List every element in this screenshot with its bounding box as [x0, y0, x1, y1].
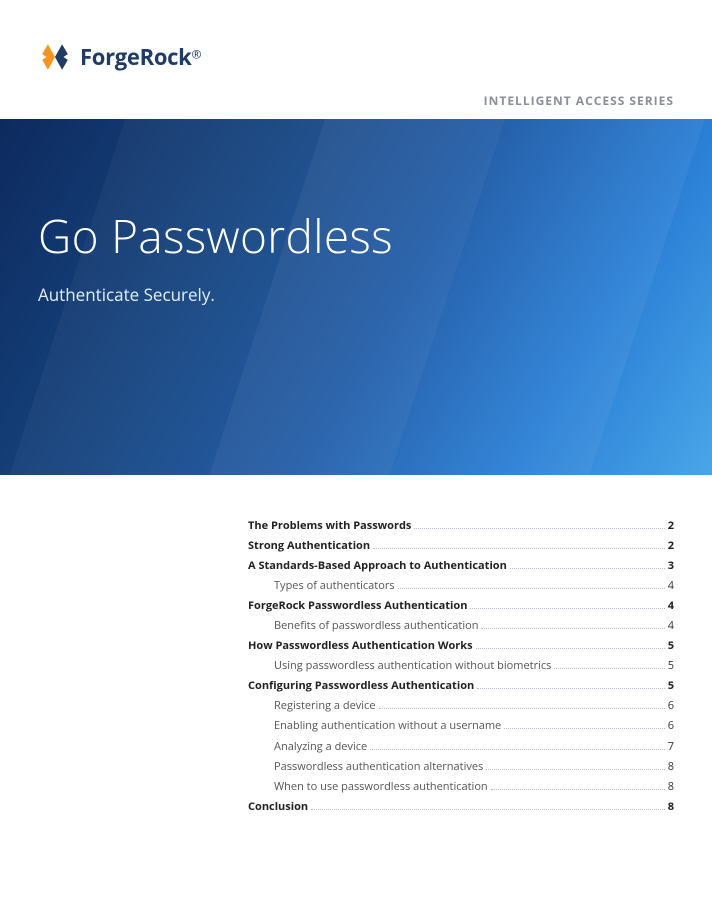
toc-entry-label: Passwordless authentication alternatives	[248, 758, 483, 775]
toc-entry-label: Analyzing a device	[248, 738, 367, 755]
toc-entry-page: 3	[668, 557, 674, 574]
table-of-contents: The Problems with Passwords2Strong Authe…	[0, 517, 674, 815]
toc-entry[interactable]: Enabling authentication without a userna…	[248, 717, 674, 734]
toc-entry-page: 4	[668, 597, 674, 614]
toc-leader-dots	[370, 749, 664, 750]
toc-entry-label: Registering a device	[248, 697, 376, 714]
toc-entry[interactable]: ForgeRock Passwordless Authentication 4	[248, 597, 674, 614]
toc-entry-page: 8	[668, 798, 674, 815]
toc-entry[interactable]: When to use passwordless authentication 8	[248, 778, 674, 795]
toc-entry[interactable]: Conclusion 8	[248, 798, 674, 815]
hero-title: Go Passwordless	[38, 205, 712, 267]
toc-leader-dots	[504, 728, 664, 729]
toc-entry-label: How Passwordless Authentication Works	[248, 637, 473, 654]
toc-leader-dots	[379, 708, 665, 709]
toc-entry-page: 6	[668, 717, 674, 734]
toc-leader-dots	[510, 568, 665, 569]
toc-entry[interactable]: Benefits of passwordless authentication 4	[248, 617, 674, 634]
toc-leader-dots	[491, 789, 665, 790]
toc-entry[interactable]: Registering a device 6	[248, 697, 674, 714]
toc-entry-page: 7	[668, 738, 674, 755]
toc-entry[interactable]: Configuring Passwordless Authentication 5	[248, 677, 674, 694]
toc-leader-dots	[398, 588, 665, 589]
toc-entry-page: 2	[668, 517, 674, 534]
toc-entry-page: 4	[668, 577, 674, 594]
brand-header: ForgeRock®	[0, 0, 712, 74]
toc-leader-dots	[373, 548, 665, 549]
toc-entry-label: Types of authenticators	[248, 577, 395, 594]
hero-subtitle: Authenticate Securely.	[38, 283, 712, 306]
toc-leader-dots	[414, 528, 664, 529]
toc-entry[interactable]: A Standards-Based Approach to Authentica…	[248, 557, 674, 574]
toc-entry-label: ForgeRock Passwordless Authentication	[248, 597, 467, 614]
toc-leader-dots	[470, 608, 664, 609]
toc-entry-page: 8	[668, 758, 674, 775]
toc-entry[interactable]: How Passwordless Authentication Works 5	[248, 637, 674, 654]
toc-leader-dots	[486, 769, 664, 770]
toc-entry-page: 4	[668, 617, 674, 634]
toc-entry-label: Conclusion	[248, 798, 308, 815]
toc-entry[interactable]: Analyzing a device 7	[248, 738, 674, 755]
toc-leader-dots	[554, 668, 664, 669]
toc-entry[interactable]: Types of authenticators 4	[248, 577, 674, 594]
toc-leader-dots	[481, 628, 664, 629]
toc-entry[interactable]: Using passwordless authentication withou…	[248, 657, 674, 674]
toc-entry[interactable]: The Problems with Passwords 2	[248, 517, 674, 534]
toc-entry-page: 2	[668, 537, 674, 554]
toc-entry-page: 5	[668, 677, 674, 694]
toc-leader-dots	[476, 648, 665, 649]
toc-entry-label: When to use passwordless authentication	[248, 778, 488, 795]
brand-name: ForgeRock®	[80, 42, 202, 72]
toc-entry-label: A Standards-Based Approach to Authentica…	[248, 557, 507, 574]
brand-name-text: ForgeRock	[80, 42, 192, 72]
toc-entry-label: Using passwordless authentication withou…	[248, 657, 551, 674]
toc-entry[interactable]: Strong Authentication 2	[248, 537, 674, 554]
series-label: INTELLIGENT ACCESS SERIES	[0, 74, 712, 119]
toc-leader-dots	[477, 688, 664, 689]
toc-entry-label: The Problems with Passwords	[248, 517, 411, 534]
toc-leader-dots	[311, 809, 665, 810]
toc-entry-page: 5	[668, 657, 674, 674]
toc-entry-label: Enabling authentication without a userna…	[248, 717, 501, 734]
toc-entry-label: Strong Authentication	[248, 537, 370, 554]
forgerock-logo-icon	[38, 40, 72, 74]
toc-entry-label: Configuring Passwordless Authentication	[248, 677, 474, 694]
toc-entry-page: 5	[668, 637, 674, 654]
hero-banner: Go Passwordless Authenticate Securely.	[0, 119, 712, 475]
toc-entry[interactable]: Passwordless authentication alternatives…	[248, 758, 674, 775]
toc-entry-page: 8	[668, 778, 674, 795]
toc-entry-page: 6	[668, 697, 674, 714]
toc-entry-label: Benefits of passwordless authentication	[248, 617, 478, 634]
registered-mark: ®	[192, 46, 202, 63]
